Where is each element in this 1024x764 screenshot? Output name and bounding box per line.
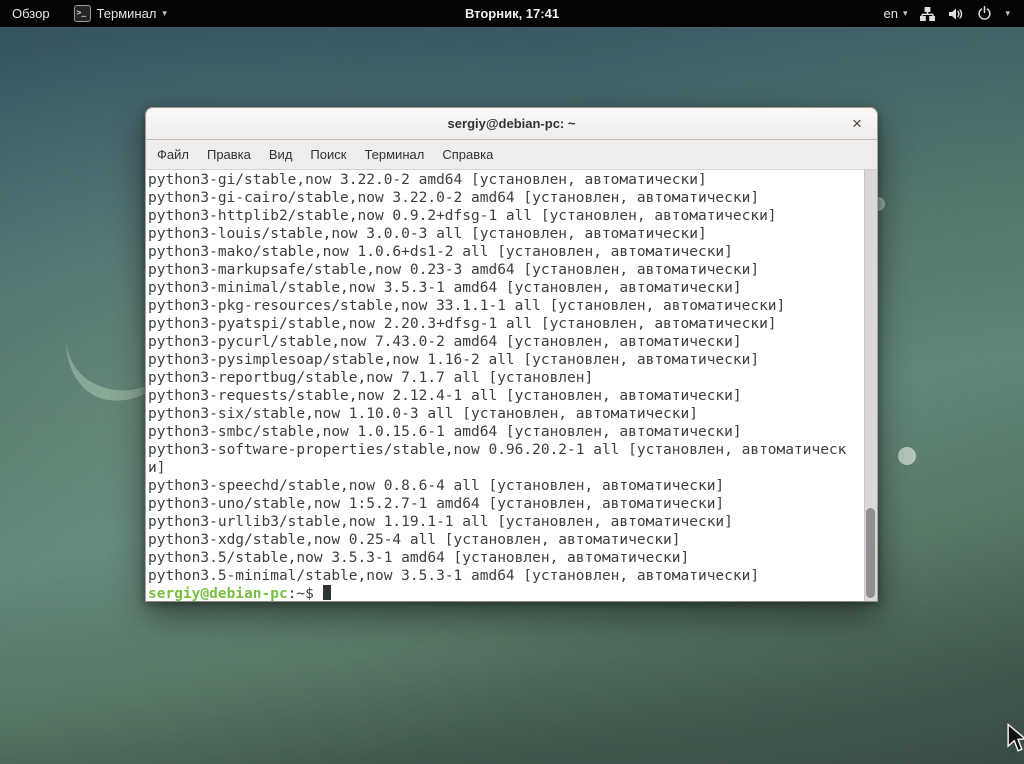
scrollbar-thumb[interactable] — [866, 508, 875, 598]
terminal-line: python3-urllib3/stable,now 1.19.1-1 all … — [148, 513, 877, 531]
terminal-app-icon: >_ — [74, 5, 91, 22]
terminal-line: python3-gi-cairo/stable,now 3.22.0-2 amd… — [148, 189, 877, 207]
menu-item[interactable]: Файл — [148, 140, 198, 169]
volume-icon[interactable] — [948, 7, 964, 21]
top-bar-right: en ▾ ▾ — [883, 0, 1024, 27]
chevron-down-icon: ▾ — [162, 9, 167, 18]
app-menu[interactable]: >_ Терминал ▾ — [62, 0, 179, 27]
chevron-down-icon: ▾ — [1005, 9, 1010, 18]
terminal-line: python3-mako/stable,now 1.0.6+ds1-2 all … — [148, 243, 877, 261]
menu-bar: ФайлПравкаВидПоискТерминалСправка — [145, 140, 878, 170]
terminal-line: python3-louis/stable,now 3.0.0-3 all [ус… — [148, 225, 877, 243]
terminal-window: sergiy@debian-pc: ~ × ФайлПравкаВидПоиск… — [145, 107, 878, 602]
app-menu-label: Терминал — [97, 6, 157, 21]
terminal-line: python3-uno/stable,now 1:5.2.7-1 amd64 [… — [148, 495, 877, 513]
terminal-output: python3-gi/stable,now 3.22.0-2 amd64 [ус… — [148, 171, 877, 585]
menu-item[interactable]: Терминал — [355, 140, 433, 169]
prompt-line: sergiy@debian-pc:~$ — [148, 585, 877, 602]
window-title: sergiy@debian-pc: ~ — [448, 116, 576, 131]
wallpaper-dot — [898, 447, 916, 465]
terminal-line: python3.5/stable,now 3.5.3-1 amd64 [уста… — [148, 549, 877, 567]
terminal-content[interactable]: python3-gi/stable,now 3.22.0-2 amd64 [ус… — [145, 170, 878, 602]
terminal-line: python3-software-properties/stable,now 0… — [148, 441, 877, 459]
terminal-line: python3-pyatspi/stable,now 2.20.3+dfsg-1… — [148, 315, 877, 333]
terminal-line: python3-xdg/stable,now 0.25-4 all [устан… — [148, 531, 877, 549]
network-icon[interactable] — [920, 7, 935, 21]
terminal-line: python3-pysimplesoap/stable,now 1.16-2 a… — [148, 351, 877, 369]
terminal-line: python3-minimal/stable,now 3.5.3-1 amd64… — [148, 279, 877, 297]
terminal-line: python3.5-minimal/stable,now 3.5.3-1 amd… — [148, 567, 877, 585]
menu-item[interactable]: Правка — [198, 140, 260, 169]
terminal-line: python3-gi/stable,now 3.22.0-2 amd64 [ус… — [148, 171, 877, 189]
terminal-line: python3-reportbug/stable,now 7.1.7 all [… — [148, 369, 877, 387]
terminal-line: python3-smbc/stable,now 1.0.15.6-1 amd64… — [148, 423, 877, 441]
top-bar-left: Обзор >_ Терминал ▾ — [0, 0, 179, 27]
power-icon[interactable] — [977, 6, 992, 21]
close-button[interactable]: × — [843, 108, 871, 139]
terminal-line: python3-six/stable,now 1.10.0-3 all [уст… — [148, 405, 877, 423]
terminal-cursor — [323, 585, 331, 600]
clock-button[interactable]: Вторник, 17:41 — [465, 6, 559, 21]
menu-item[interactable]: Вид — [260, 140, 302, 169]
menu-item[interactable]: Поиск — [301, 140, 355, 169]
terminal-line: python3-requests/stable,now 2.12.4-1 all… — [148, 387, 877, 405]
menu-item[interactable]: Справка — [433, 140, 502, 169]
terminal-line: python3-pycurl/stable,now 7.43.0-2 amd64… — [148, 333, 877, 351]
prompt-suffix: :~$ — [288, 586, 314, 602]
terminal-line: python3-markupsafe/stable,now 0.23-3 amd… — [148, 261, 877, 279]
terminal-line: python3-speechd/stable,now 0.8.6-4 all [… — [148, 477, 877, 495]
keyboard-layout-label: en — [883, 6, 897, 21]
mouse-cursor — [1006, 723, 1024, 753]
scrollbar[interactable] — [864, 170, 877, 602]
chevron-down-icon: ▾ — [903, 9, 908, 18]
keyboard-layout-indicator[interactable]: en ▾ — [883, 6, 907, 21]
top-bar: Обзор >_ Терминал ▾ Вторник, 17:41 en ▾ — [0, 0, 1024, 27]
activities-button[interactable]: Обзор — [0, 0, 62, 27]
terminal-line: python3-httplib2/stable,now 0.9.2+dfsg-1… — [148, 207, 877, 225]
prompt-user-host: sergiy@debian-pc — [148, 586, 288, 602]
terminal-line: python3-pkg-resources/stable,now 33.1.1-… — [148, 297, 877, 315]
window-titlebar[interactable]: sergiy@debian-pc: ~ × — [145, 107, 878, 140]
terminal-line: и] — [148, 459, 877, 477]
